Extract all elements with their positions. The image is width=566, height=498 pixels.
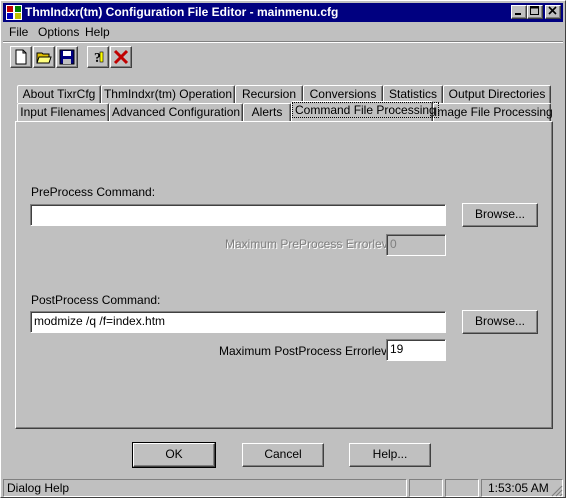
tab-label: Statistics (388, 87, 437, 101)
tab-label: ThmIndxr(tm) Operation (103, 87, 233, 101)
save-file-button[interactable] (56, 46, 78, 68)
title-bar[interactable]: ThmIndxr(tm) Configuration File Editor -… (3, 3, 563, 22)
postprocess-browse-button[interactable]: Browse... (462, 310, 538, 334)
close-icon (548, 6, 557, 15)
tab-label: Conversions (309, 87, 377, 101)
help-button[interactable]: ? (87, 46, 109, 68)
tab-label: Command File Processing (292, 102, 439, 118)
postprocess-command-input[interactable]: modmize /q /f=index.htm (30, 311, 446, 333)
preprocess-errorlevel-input: 0 (386, 234, 446, 256)
resize-grip-icon[interactable] (551, 485, 563, 497)
tab-advanced-configuration[interactable]: Advanced Configuration (109, 103, 243, 121)
preprocess-command-input[interactable] (30, 204, 446, 226)
postprocess-label: PostProcess Command: (31, 293, 161, 307)
close-x-icon (113, 49, 129, 65)
tab-operation[interactable]: ThmIndxr(tm) Operation (101, 85, 235, 103)
open-file-button[interactable] (33, 46, 55, 68)
tab-input-filenames[interactable]: Input Filenames (17, 103, 109, 121)
minimize-icon (515, 13, 521, 15)
tab-label: Output Directories (448, 87, 546, 101)
tab-about[interactable]: About TixrCfg (17, 85, 101, 103)
postprocess-errorlevel-label: Maximum PostProcess Errorlevel: (219, 344, 400, 358)
preprocess-browse-button[interactable]: Browse... (462, 203, 538, 227)
app-icon (6, 5, 22, 20)
tab-alerts[interactable]: Alerts (243, 103, 291, 121)
app-window: ThmIndxr(tm) Configuration File Editor -… (0, 0, 566, 498)
save-disk-icon (59, 49, 75, 65)
close-window-button[interactable] (545, 5, 561, 19)
status-pane-1 (409, 479, 443, 497)
maximize-icon (530, 6, 539, 15)
tab-label: Recursion (241, 87, 297, 101)
help-question-icon: ? (94, 51, 104, 65)
status-pane-2 (445, 479, 479, 497)
open-folder-icon (36, 52, 52, 64)
tab-label: Alerts (251, 105, 283, 119)
menu-options[interactable]: Options (38, 25, 79, 39)
ok-button[interactable]: OK (132, 442, 216, 468)
window-title: ThmIndxr(tm) Configuration File Editor -… (25, 5, 339, 19)
exit-button[interactable] (110, 46, 132, 68)
status-help-text: Dialog Help (3, 479, 407, 497)
menu-file[interactable]: File (9, 25, 28, 39)
preprocess-errorlevel-label: Maximum PreProcess Errorlevel: (225, 237, 401, 251)
help-dialog-button[interactable]: Help... (349, 443, 431, 467)
new-file-icon (15, 49, 27, 65)
tab-output-directories[interactable]: Output Directories (443, 85, 551, 103)
tab-label: About TixrCfg (22, 87, 96, 101)
new-file-button[interactable] (10, 46, 32, 68)
menu-help[interactable]: Help (85, 25, 110, 39)
tab-label: Image File Processing (434, 105, 553, 119)
postprocess-errorlevel-input[interactable]: 19 (386, 339, 446, 361)
tab-panel (15, 121, 553, 429)
preprocess-label: PreProcess Command: (31, 185, 156, 199)
cancel-button[interactable]: Cancel (242, 443, 324, 467)
tab-command-file-processing[interactable]: Command File Processing (291, 101, 439, 121)
tab-label: Advanced Configuration (111, 105, 241, 119)
tab-image-file-processing[interactable]: Image File Processing (433, 103, 553, 121)
minimize-button[interactable] (511, 5, 527, 19)
toolbar-divider (3, 41, 563, 43)
tab-label: Input Filenames (20, 105, 106, 119)
maximize-button[interactable] (527, 5, 543, 19)
